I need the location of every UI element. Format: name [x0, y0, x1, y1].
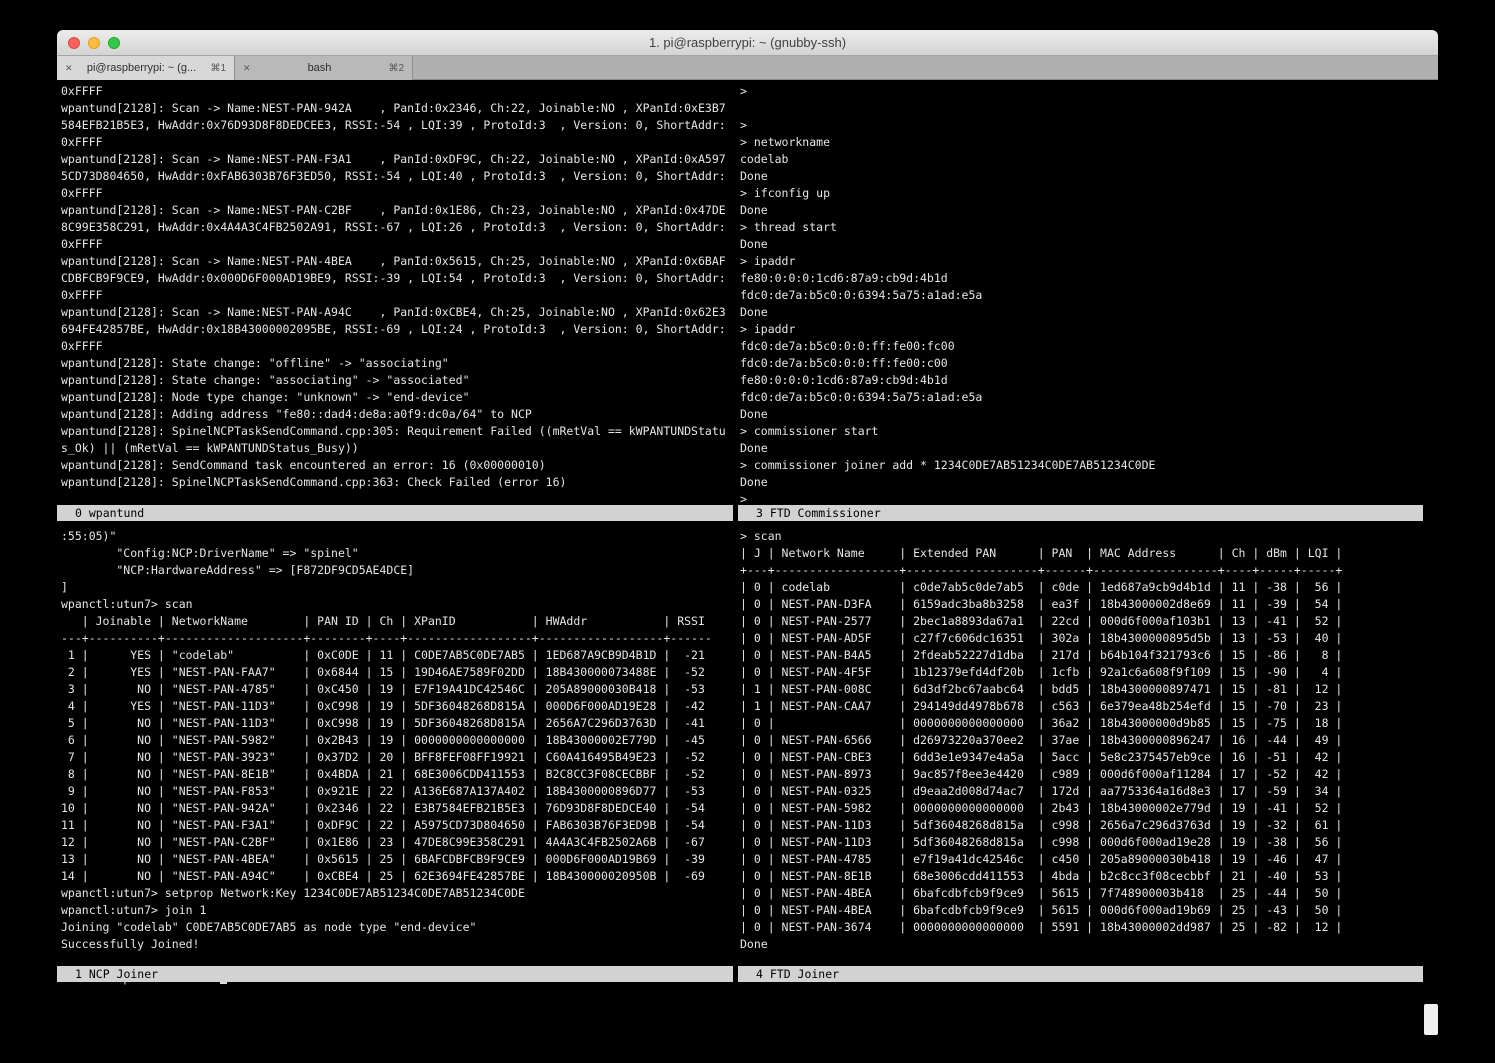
tab-ssh-session[interactable]: ✕ pi@raspberrypi: ~ (g... ⌘1 — [57, 56, 235, 80]
tab-bar: ✕ pi@raspberrypi: ~ (g... ⌘1 ✕ bash ⌘2 — [57, 56, 1438, 80]
pane-status-ftd-commissioner: 3 FTD Commissioner — [738, 505, 1423, 521]
pane-status-ftd-joiner: 4 FTD Joiner — [738, 966, 1423, 982]
pane-ftd-joiner-output[interactable]: > scan | J | Network Name | Extended PAN… — [740, 528, 1342, 953]
tab-label: bash — [257, 62, 383, 74]
pane-status-ncp-joiner: 1 NCP Joiner — [57, 966, 733, 982]
window-title: 1. pi@raspberrypi: ~ (gnubby-ssh) — [57, 30, 1438, 56]
minimize-window-button[interactable] — [88, 37, 100, 49]
terminal-window: 1. pi@raspberrypi: ~ (gnubby-ssh) ✕ pi@r… — [57, 30, 1438, 1035]
tab-close-icon[interactable]: ✕ — [243, 63, 251, 74]
tab-shortcut: ⌘2 — [388, 63, 404, 74]
pane-ftd-commissioner-output[interactable]: > > > networkname codelab Done > ifconfi… — [740, 83, 1155, 508]
tab-close-icon[interactable]: ✕ — [65, 63, 73, 74]
tab-label: pi@raspberrypi: ~ (g... — [79, 62, 205, 74]
tab-shortcut: ⌘1 — [210, 63, 226, 74]
tab-bash[interactable]: ✕ bash ⌘2 — [235, 56, 413, 80]
scrollbar-thumb[interactable] — [1424, 1004, 1438, 1035]
pane-status-wpantund: 0 wpantund — [57, 505, 733, 521]
close-window-button[interactable] — [68, 37, 80, 49]
terminal-content: 0xFFFF wpantund[2128]: Scan -> Name:NEST… — [57, 80, 1438, 1035]
zoom-window-button[interactable] — [108, 37, 120, 49]
window-titlebar[interactable]: 1. pi@raspberrypi: ~ (gnubby-ssh) — [57, 30, 1438, 56]
pane-ncp-joiner-output[interactable]: :55:05)" "Config:NCP:DriverName" => "spi… — [61, 528, 712, 953]
pane-wpantund-output[interactable]: 0xFFFF wpantund[2128]: Scan -> Name:NEST… — [61, 83, 726, 491]
traffic-lights — [68, 37, 120, 49]
